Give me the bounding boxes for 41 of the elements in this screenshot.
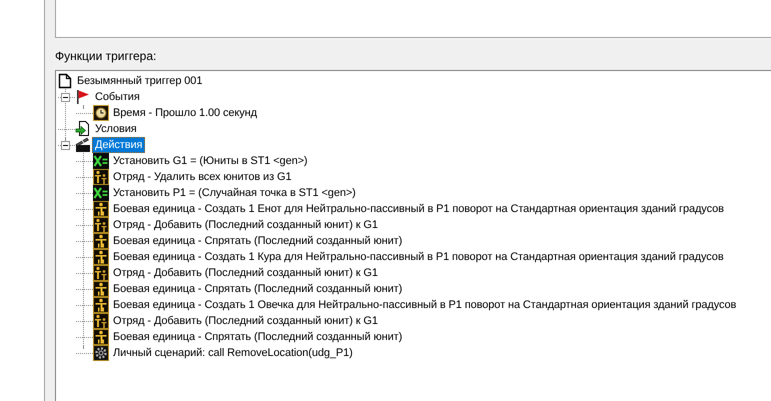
- tree-item[interactable]: Установить P1 = (Случайная точка в ST1 <gen>): [110, 185, 359, 201]
- tree-item[interactable]: События: [92, 89, 143, 105]
- tree-view[interactable]: [55, 70, 771, 401]
- tree-item[interactable]: Установить G1 = (Юниты в ST1 <gen>): [110, 153, 310, 169]
- group-icon: [93, 265, 109, 281]
- text-area[interactable]: [55, 0, 771, 38]
- tree-item[interactable]: Боевая единица - Спрятать (Последний созданный юнит): [110, 281, 406, 297]
- variable-icon: [93, 153, 109, 169]
- clock-icon: [93, 105, 109, 121]
- tree-item[interactable]: Боевая единица - Создать 1 Овечка для Нейтрально-пассивный в P1 поворот на Стандартная ориентация зданий градусов: [110, 297, 740, 313]
- tree-item[interactable]: Действия: [92, 137, 146, 153]
- tree-item[interactable]: Боевая единица - Спрятать (Последний созданный юнит): [110, 329, 406, 345]
- tree-item[interactable]: Время - Прошло 1.00 секунд: [110, 105, 260, 121]
- document-arrow-icon: [75, 121, 91, 137]
- gear-icon: [93, 345, 109, 361]
- tree-item[interactable]: Безымянный триггер 001: [74, 73, 206, 89]
- tree-item[interactable]: Условия: [92, 121, 140, 137]
- figure-icon: [93, 233, 109, 249]
- collapse-toggle[interactable]: [61, 93, 70, 102]
- group-icon: [93, 313, 109, 329]
- group-icon: [93, 217, 109, 233]
- tree-item[interactable]: Отряд - Добавить (Последний созданный юнит) к G1: [110, 313, 381, 329]
- figure-icon: [93, 281, 109, 297]
- variable-icon: [93, 185, 109, 201]
- tree-item[interactable]: Отряд - Удалить всех юнитов из G1: [110, 169, 294, 185]
- tree-item[interactable]: Отряд - Добавить (Последний созданный юнит) к G1: [110, 217, 381, 233]
- figure-icon: [93, 249, 109, 265]
- document-icon: [57, 73, 73, 89]
- figure-icon: [93, 201, 109, 217]
- tree-item[interactable]: Боевая единица - Создать 1 Енот для Нейтрально-пассивный в P1 поворот на Стандартная ориентация зданий градусов: [110, 201, 727, 217]
- flag-icon: [75, 89, 91, 105]
- collapse-toggle[interactable]: [61, 141, 70, 150]
- tree-item[interactable]: Боевая единица - Спрятать (Последний созданный юнит): [110, 233, 406, 249]
- tree-item[interactable]: Отряд - Добавить (Последний созданный юнит) к G1: [110, 265, 381, 281]
- tree-item[interactable]: Боевая единица - Создать 1 Кура для Нейтрально-пассивный в P1 поворот на Стандартная ориентация зданий градусов: [110, 249, 727, 265]
- figure-icon: [93, 329, 109, 345]
- tree-item[interactable]: Личный сценарий: call RemoveLocation(udg_P1): [110, 345, 356, 361]
- clapperboard-icon: [75, 137, 91, 153]
- section-label: Функции триггера:: [55, 48, 156, 62]
- figure-icon: [93, 297, 109, 313]
- group-icon: [93, 169, 109, 185]
